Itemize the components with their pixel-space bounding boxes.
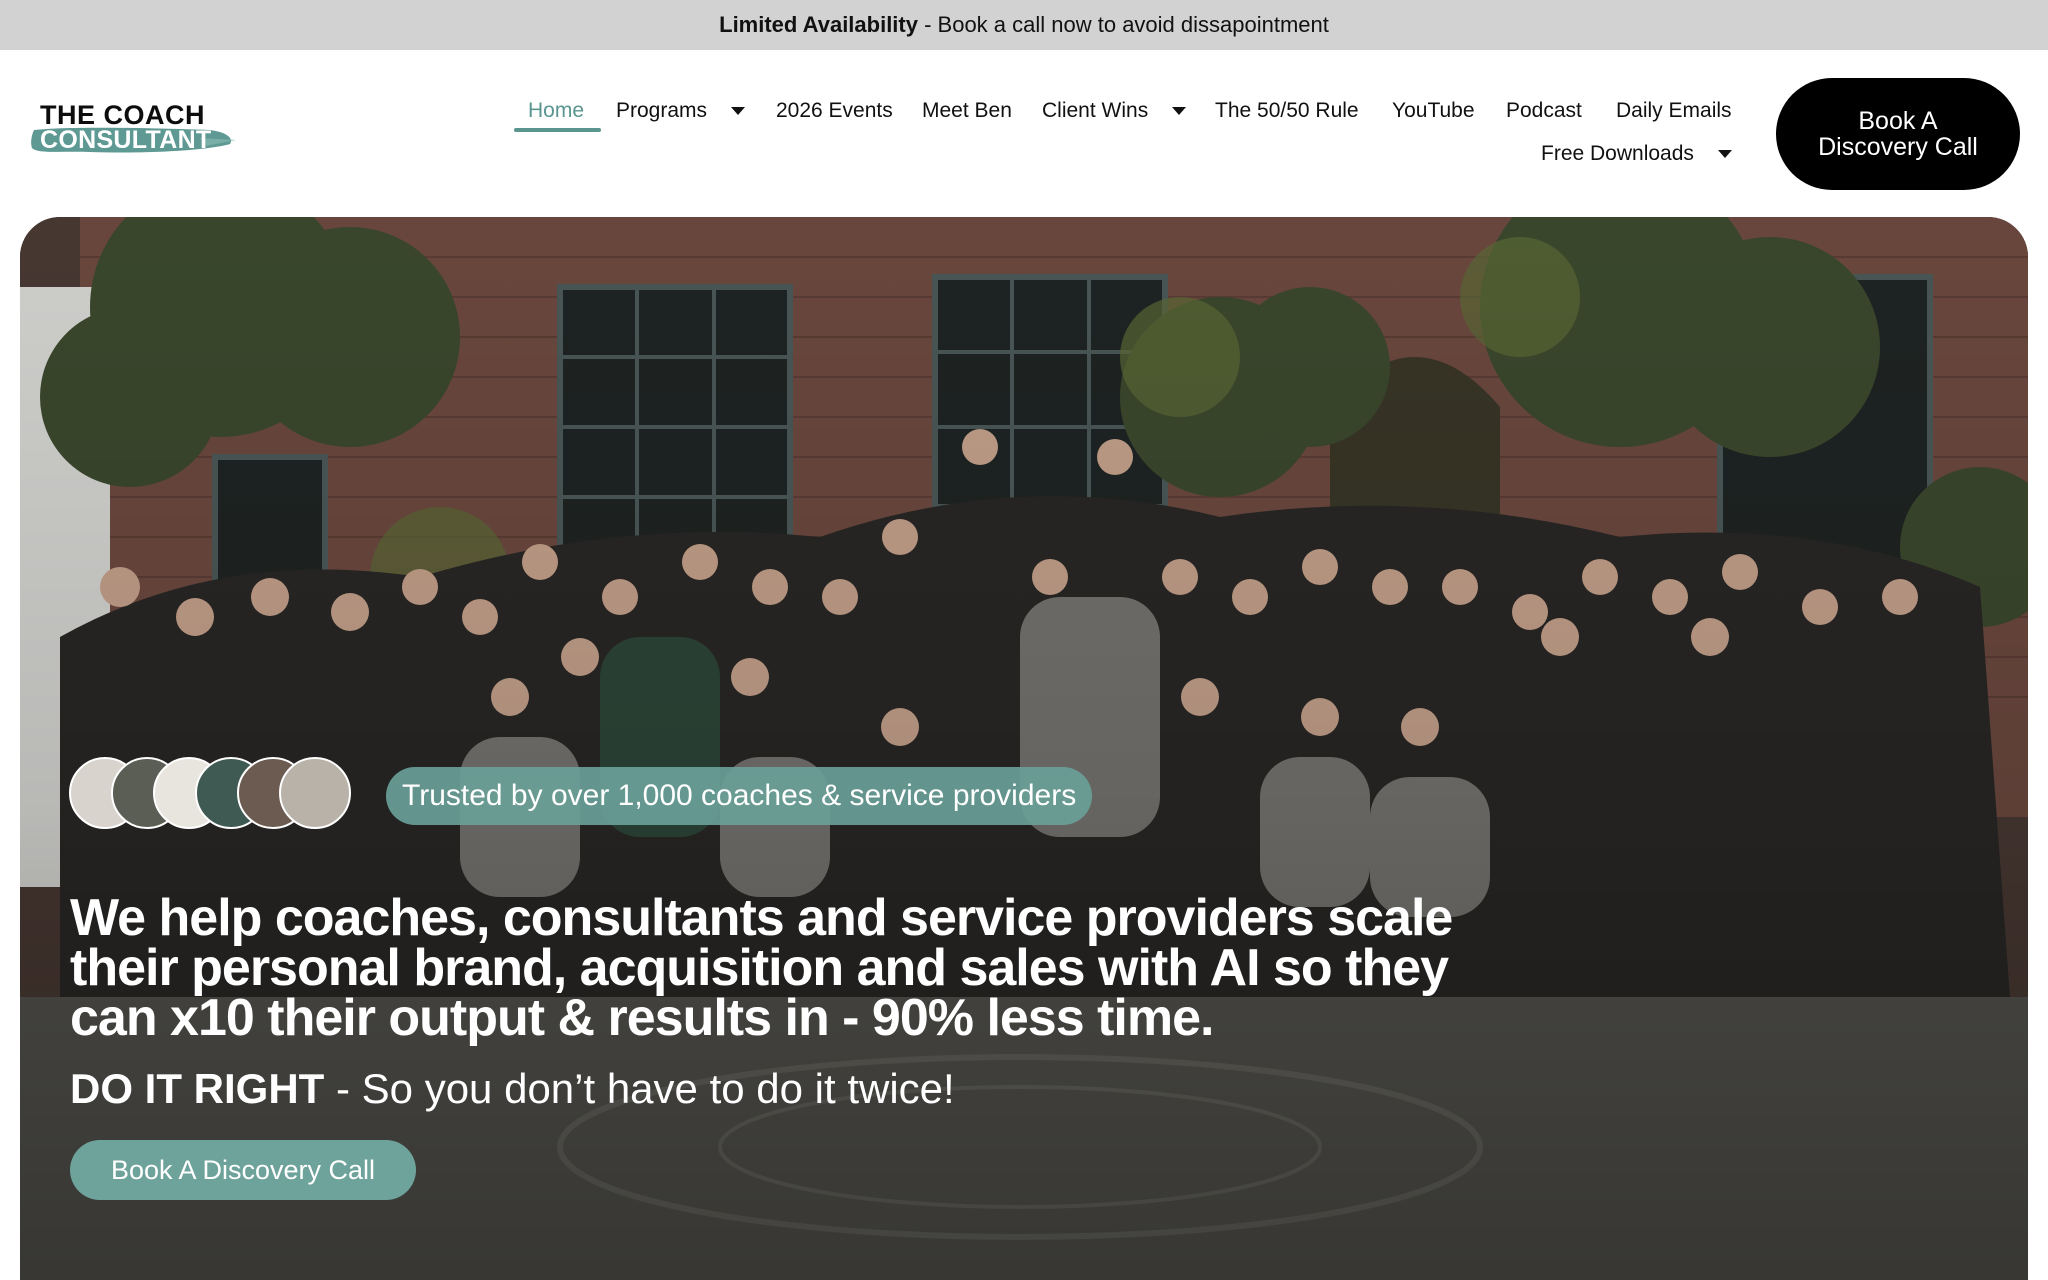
hero-tagline: DO IT RIGHT - So you don’t have to do it… [70, 1065, 955, 1113]
nav-youtube-label: YouTube [1392, 99, 1475, 122]
nav-home-label: Home [528, 99, 585, 122]
nav-home[interactable]: Home [528, 99, 584, 123]
tagline-text: - So you don’t have to do it twice! [324, 1065, 955, 1112]
nav-50-50-rule[interactable]: The 50/50 Rule [1215, 99, 1359, 123]
logo-line-2: CONSULTANT [40, 126, 212, 154]
nav-active-indicator [514, 128, 601, 132]
announcement-bold: Limited Availability [719, 12, 918, 37]
chevron-down-icon [731, 107, 746, 115]
nav-events[interactable]: 2026 Events [776, 99, 893, 123]
client-avatars [69, 757, 351, 829]
nav-podcast-label: Podcast [1506, 99, 1582, 122]
nav-client-wins[interactable]: Client Wins [1042, 99, 1187, 123]
nav-youtube[interactable]: YouTube [1392, 99, 1475, 123]
tagline-bold: DO IT RIGHT [70, 1065, 325, 1112]
nav-programs[interactable]: Programs [616, 99, 746, 123]
nav-meet-ben-label: Meet Ben [922, 99, 1012, 122]
book-discovery-call-button[interactable]: Book A Discovery Call [1776, 78, 2020, 190]
chevron-down-icon [1172, 107, 1187, 115]
trusted-badge: Trusted by over 1,000 coaches & service … [386, 767, 1093, 825]
hero-book-call-button[interactable]: Book A Discovery Call [70, 1140, 416, 1200]
nav-programs-label: Programs [616, 99, 708, 122]
announcement-bar: Limited Availability - Book a call now t… [0, 0, 2048, 50]
nav-events-label: 2026 Events [776, 99, 893, 122]
hero-headline: We help coaches, consultants and service… [70, 892, 1510, 1044]
avatar [279, 757, 351, 829]
announcement-text: - Book a call now to avoid dissapointmen… [917, 12, 1329, 37]
hero-section: Trusted by over 1,000 coaches & service … [20, 217, 2028, 1280]
nav-client-wins-label: Client Wins [1042, 99, 1149, 122]
nav-podcast[interactable]: Podcast [1506, 99, 1582, 123]
nav-daily-emails-label: Daily Emails [1616, 99, 1732, 122]
hero-dark-overlay [20, 217, 2028, 1280]
chevron-down-icon [1717, 150, 1732, 158]
site-logo[interactable]: THE COACH CONSULTANT [28, 50, 238, 162]
nav-meet-ben[interactable]: Meet Ben [922, 99, 1012, 123]
nav-free-downloads-label: Free Downloads [1541, 142, 1694, 165]
nav-daily-emails[interactable]: Daily Emails [1616, 99, 1732, 123]
nav-free-downloads[interactable]: Free Downloads [1541, 142, 1732, 166]
nav-50-50-label: The 50/50 Rule [1215, 99, 1359, 122]
